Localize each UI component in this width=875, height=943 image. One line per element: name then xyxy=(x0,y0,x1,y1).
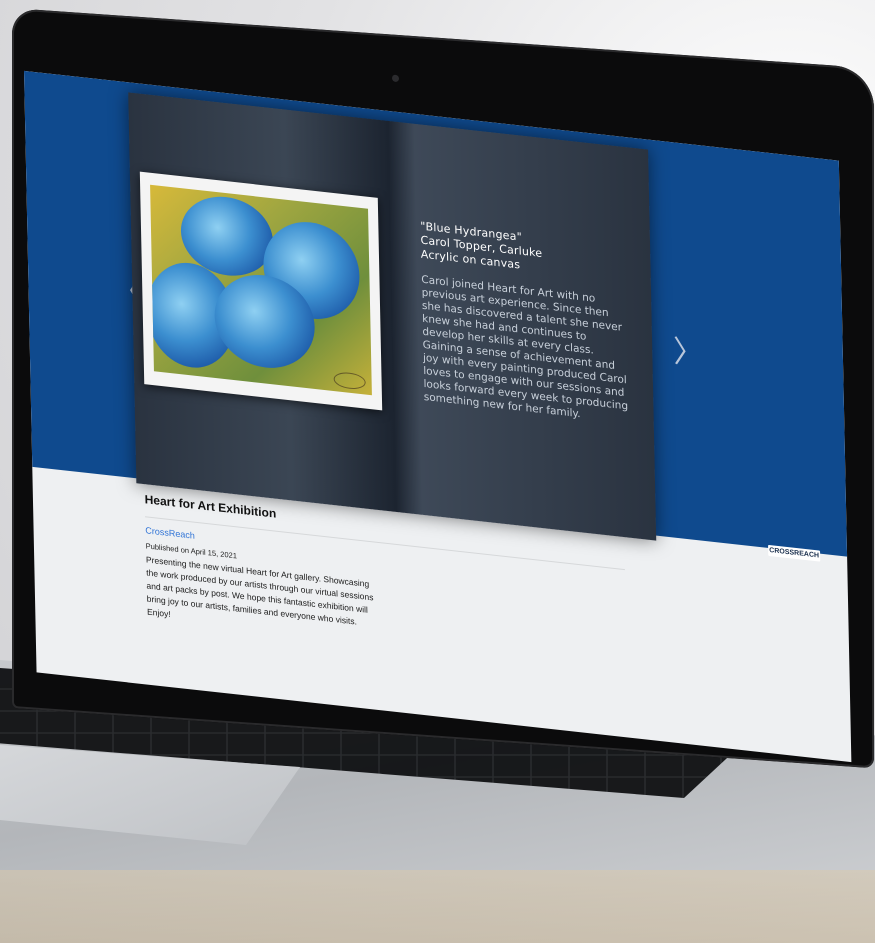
webcam-icon xyxy=(392,74,399,83)
artwork-frame xyxy=(139,171,383,411)
next-page-button[interactable]: 〉 xyxy=(673,334,704,372)
laptop-lid: 〈 "Blue Hydrangea" Carol Topper, Carluke… xyxy=(12,8,874,769)
screen: 〈 "Blue Hydrangea" Carol Topper, Carluke… xyxy=(24,70,852,763)
artist-signature xyxy=(333,370,366,391)
flipbook-spread: "Blue Hydrangea" Carol Topper, Carluke A… xyxy=(128,92,657,541)
photo-scene: 〈 "Blue Hydrangea" Carol Topper, Carluke… xyxy=(0,0,875,943)
gallery-viewer: 〈 "Blue Hydrangea" Carol Topper, Carluke… xyxy=(24,70,848,562)
table-surface xyxy=(0,870,875,943)
crossreach-logo[interactable]: CROSSREACH xyxy=(768,544,821,562)
artwork-image xyxy=(150,184,372,396)
artwork-description: Carol joined Heart for Art with no previ… xyxy=(421,273,629,421)
artwork-caption: "Blue Hydrangea" Carol Topper, Carluke A… xyxy=(420,219,629,426)
